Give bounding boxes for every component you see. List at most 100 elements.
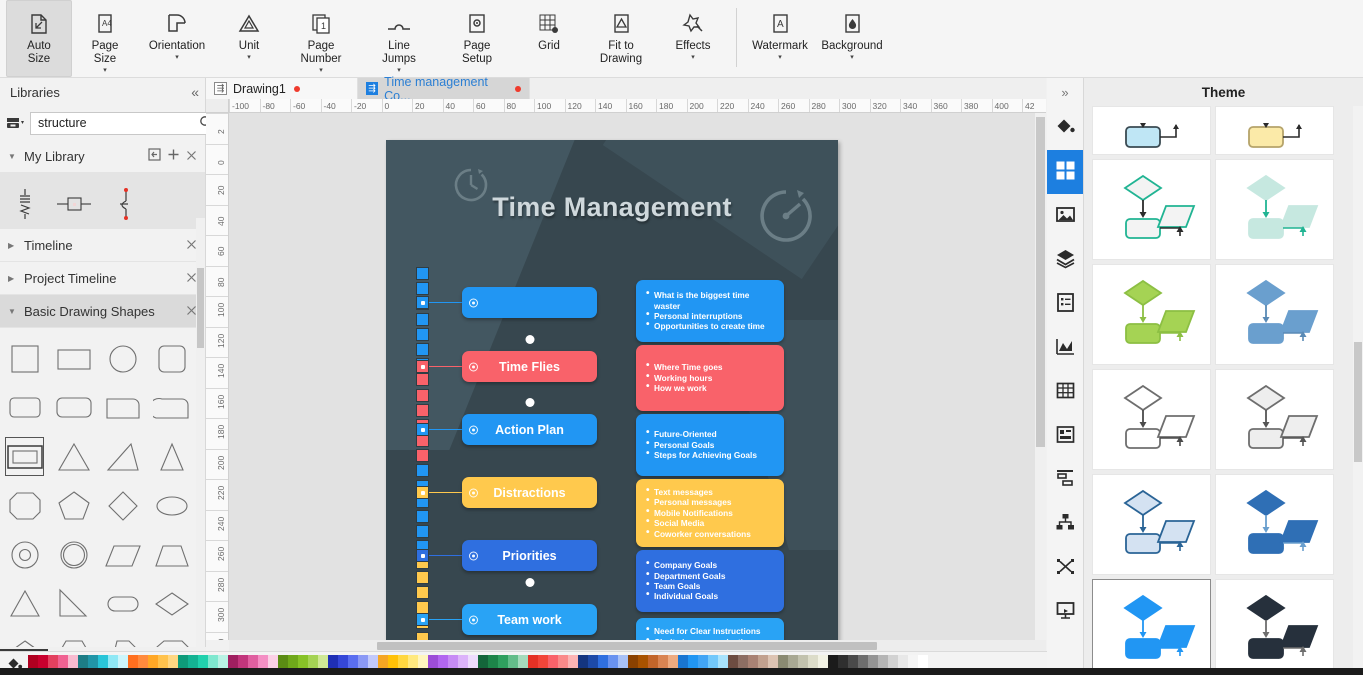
theme-card-teal-outline[interactable]: [1092, 159, 1211, 260]
timeline-strip[interactable]: [416, 267, 429, 640]
node-priorities[interactable]: Priorities: [462, 540, 597, 587]
rail-table[interactable]: [1047, 370, 1083, 414]
chevron-down-icon[interactable]: ▾: [319, 67, 323, 74]
rail-theme-fill[interactable]: [1047, 106, 1083, 150]
shape-thin-diamond-shape[interactable]: [147, 579, 196, 628]
shape-right-leaning-triangle-shape[interactable]: [98, 432, 147, 481]
shape-parallelogram-shape[interactable]: [98, 530, 147, 579]
timeline-block[interactable]: [416, 373, 429, 387]
add-icon[interactable]: [167, 148, 180, 164]
timeline-marker[interactable]: [416, 613, 429, 626]
ribbon-watermark-button[interactable]: A Watermark ▾: [747, 0, 813, 77]
shape-rounded-rect-shape[interactable]: [0, 383, 49, 432]
shape-isoceles-triangle-shape[interactable]: [0, 579, 49, 628]
tab-time-management[interactable]: ⇶ Time management Co...: [358, 75, 530, 103]
card-team-work[interactable]: Need for Clear InstructionsClarity in co…: [636, 618, 784, 640]
shape-rectangle-shape[interactable]: [49, 334, 98, 383]
canvas-vertical-scrollbar[interactable]: [1035, 113, 1046, 640]
library-vertical-scrollbar[interactable]: [196, 218, 205, 658]
timeline-block[interactable]: [416, 525, 429, 539]
resize-handle-bottom[interactable]: [525, 578, 534, 587]
timeline-block[interactable]: [416, 282, 429, 296]
shape-ellipse-shape[interactable]: [147, 481, 196, 530]
chevron-double-right-icon[interactable]: »: [1047, 78, 1083, 106]
node-anchor-icon[interactable]: [469, 551, 478, 560]
node-anchor-icon[interactable]: [469, 298, 478, 307]
node-anchor-icon[interactable]: [469, 362, 478, 371]
theme-card-steel-blue[interactable]: [1215, 264, 1334, 365]
shape-square-shape[interactable]: [0, 334, 49, 383]
timeline-block[interactable]: [416, 585, 429, 599]
shape-resistor-symbol[interactable]: [0, 179, 49, 228]
chevron-right-icon[interactable]: ▶: [8, 274, 24, 283]
ribbon-page-number-button[interactable]: 1 Page Number ▾: [282, 0, 360, 77]
ribbon-background-button[interactable]: Background ▾: [813, 0, 891, 77]
library-group-timeline[interactable]: ▶ Timeline: [0, 229, 205, 262]
timeline-block[interactable]: [416, 267, 429, 280]
timeline-marker[interactable]: [416, 423, 429, 436]
search-input[interactable]: [38, 116, 199, 130]
chevron-down-icon[interactable]: ▾: [778, 54, 782, 61]
shape-diamond-shape[interactable]: [98, 481, 147, 530]
theme-card-light-yellow[interactable]: [1215, 106, 1334, 155]
card-biggest-time-waster[interactable]: What is the biggest time wasterPersonal …: [636, 280, 784, 342]
shape-donut-large-shape[interactable]: [49, 530, 98, 579]
card-priorities[interactable]: Company GoalsDepartment GoalsTeam GoalsI…: [636, 550, 784, 612]
card-distractions[interactable]: Text messagesPersonal messagesMobile Not…: [636, 479, 784, 547]
chevron-right-icon[interactable]: ▶: [8, 241, 24, 250]
chevron-down-icon[interactable]: ▼: [8, 307, 24, 316]
ribbon-line-jumps-button[interactable]: Line Jumps ▾: [360, 0, 438, 77]
card-time-flies[interactable]: Where Time goesWorking hoursHow we work: [636, 345, 784, 411]
shape-trapezoid-shape[interactable]: [147, 530, 196, 579]
rail-notes[interactable]: [1047, 282, 1083, 326]
theme-card-green-solid[interactable]: [1092, 264, 1211, 365]
timeline-marker[interactable]: [416, 549, 429, 562]
shape-right-triangle-shape[interactable]: [49, 579, 98, 628]
resize-handle-top[interactable]: [525, 335, 534, 344]
shape-component-box-symbol[interactable]: [49, 179, 98, 228]
library-drawer-icon[interactable]: [6, 112, 26, 134]
shape-donut-small-shape[interactable]: [0, 530, 49, 579]
node-anchor-icon[interactable]: [469, 425, 478, 434]
chevron-double-left-icon[interactable]: «: [191, 84, 199, 100]
timeline-marker[interactable]: [416, 486, 429, 499]
ribbon-page-setup-button[interactable]: Page Setup: [438, 0, 516, 77]
ribbon-effects-button[interactable]: Effects ▾: [660, 0, 726, 77]
theme-card-grey-fill[interactable]: [1215, 369, 1334, 470]
ribbon-orientation-button[interactable]: Orientation ▾: [138, 0, 216, 77]
resize-handle-top[interactable]: [525, 398, 534, 407]
ribbon-grid-button[interactable]: Grid: [516, 0, 582, 77]
rail-present[interactable]: [1047, 590, 1083, 634]
import-icon[interactable]: [148, 148, 161, 164]
chevron-down-icon[interactable]: ▾: [103, 67, 107, 74]
theme-card-white-outline[interactable]: [1092, 369, 1211, 470]
theme-card-bright-blue[interactable]: [1092, 579, 1211, 675]
chevron-down-icon[interactable]: ▼: [8, 152, 24, 161]
shape-triangle-shape[interactable]: [49, 432, 98, 481]
timeline-block[interactable]: [416, 464, 429, 478]
library-group-my-library[interactable]: ▼ My Library: [0, 140, 205, 173]
node-anchor-icon[interactable]: [469, 488, 478, 497]
shape-rounded-rect-wide-shape[interactable]: [49, 383, 98, 432]
ribbon-page-size-button[interactable]: A4 Page Size ▾: [72, 0, 138, 77]
shape-two-corner-round-shape[interactable]: [147, 383, 196, 432]
timeline-block[interactable]: [416, 312, 429, 326]
horizontal-ruler[interactable]: -100 -80 -60 -40 -20 0 20 40 60 80 100 120 140 160 180…: [206, 99, 1046, 113]
ribbon-unit-button[interactable]: Unit ▾: [216, 0, 282, 77]
vertical-ruler[interactable]: 2 0 20 40 60 80 100 120 140 160 180 200 220 240 260 280…: [206, 113, 229, 640]
ribbon-fit-to-drawing-button[interactable]: Fit to Drawing: [582, 0, 660, 77]
rail-report[interactable]: [1047, 414, 1083, 458]
timeline-block[interactable]: [416, 342, 429, 356]
chevron-down-icon[interactable]: ▾: [247, 54, 251, 61]
theme-card-medium-blue[interactable]: [1215, 474, 1334, 575]
drawing-canvas[interactable]: Time Management Time Flies Action Plan Dis…: [229, 113, 1046, 640]
library-group-project-timeline[interactable]: ▶ Project Timeline: [0, 262, 205, 295]
tab-drawing1[interactable]: ⇶ Drawing1: [206, 78, 358, 99]
node-time-flies[interactable]: Time Flies: [462, 335, 597, 382]
rail-align[interactable]: [1047, 458, 1083, 502]
rail-org-chart[interactable]: [1047, 502, 1083, 546]
node-empty[interactable]: [462, 287, 597, 318]
canvas-horizontal-scrollbar[interactable]: [229, 640, 1046, 651]
rail-layers[interactable]: [1047, 238, 1083, 282]
library-group-basic-drawing-shapes[interactable]: ▼ Basic Drawing Shapes: [0, 295, 205, 328]
